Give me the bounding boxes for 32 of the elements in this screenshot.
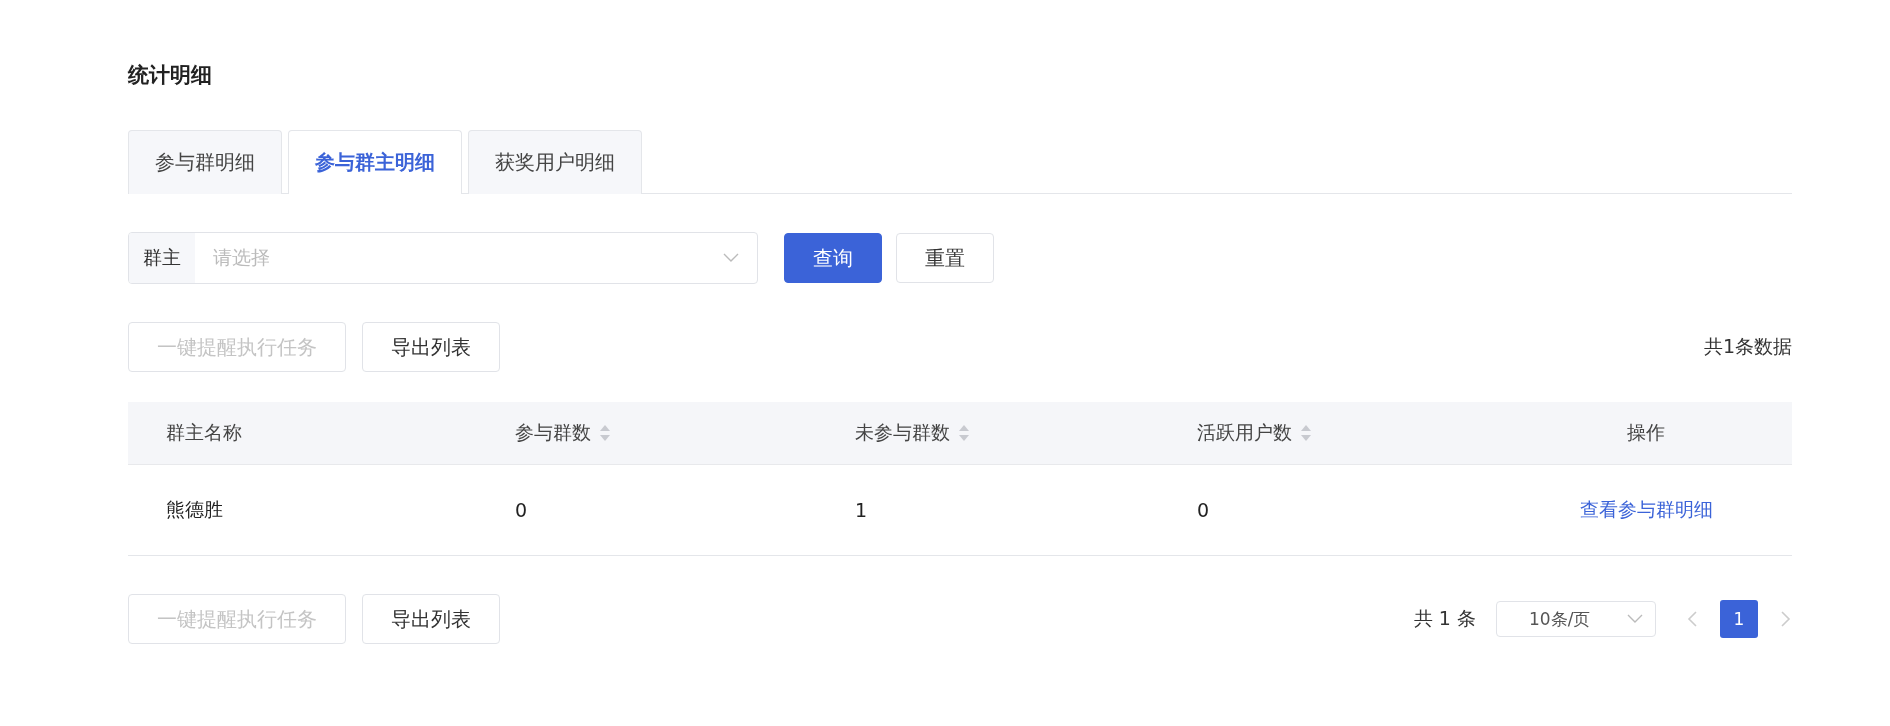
page-button[interactable]: 1: [1720, 600, 1758, 638]
table-cell-text: 1: [854, 499, 869, 521]
column-header: 操作: [1627, 420, 1665, 445]
sort-icon[interactable]: [958, 424, 970, 442]
column-header: 群主名称: [166, 420, 242, 445]
table-cell-text: 0: [1196, 499, 1211, 521]
sort-icon[interactable]: [1300, 424, 1312, 442]
tab[interactable]: 获奖用户明细: [468, 130, 642, 194]
total-summary: 共1条数据: [1703, 334, 1792, 359]
column-header: 未参与群数: [855, 420, 950, 445]
chevron-left-icon[interactable]: [1686, 610, 1700, 628]
table-cell-text: 熊德胜: [165, 497, 224, 522]
page-size-select[interactable]: 10条/页: [1496, 601, 1656, 637]
export-button[interactable]: 导出列表: [362, 322, 500, 372]
table-cell-text: 0: [514, 499, 529, 521]
chevron-down-icon: [1627, 614, 1643, 624]
column-header: 活跃用户数: [1197, 420, 1292, 445]
total-count: 共 1 条: [1413, 606, 1476, 631]
column-header: 参与群数: [515, 420, 591, 445]
query-button[interactable]: 查询: [784, 233, 882, 283]
export-button[interactable]: 导出列表: [362, 594, 500, 644]
chevron-down-icon: [723, 253, 739, 263]
section-title: 统计明细: [128, 62, 213, 89]
tab[interactable]: 参与群明细: [128, 130, 282, 194]
chevron-right-icon[interactable]: [1778, 610, 1792, 628]
reset-button[interactable]: 重置: [896, 233, 994, 283]
owner-select[interactable]: 群主 请选择: [128, 232, 758, 284]
sort-icon[interactable]: [599, 424, 611, 442]
placeholder-text: 请选择: [213, 245, 270, 270]
tab[interactable]: 参与群主明细: [288, 130, 462, 194]
view-detail-link[interactable]: 查看参与群明细: [1579, 497, 1713, 523]
field-label: 群主: [129, 233, 195, 283]
